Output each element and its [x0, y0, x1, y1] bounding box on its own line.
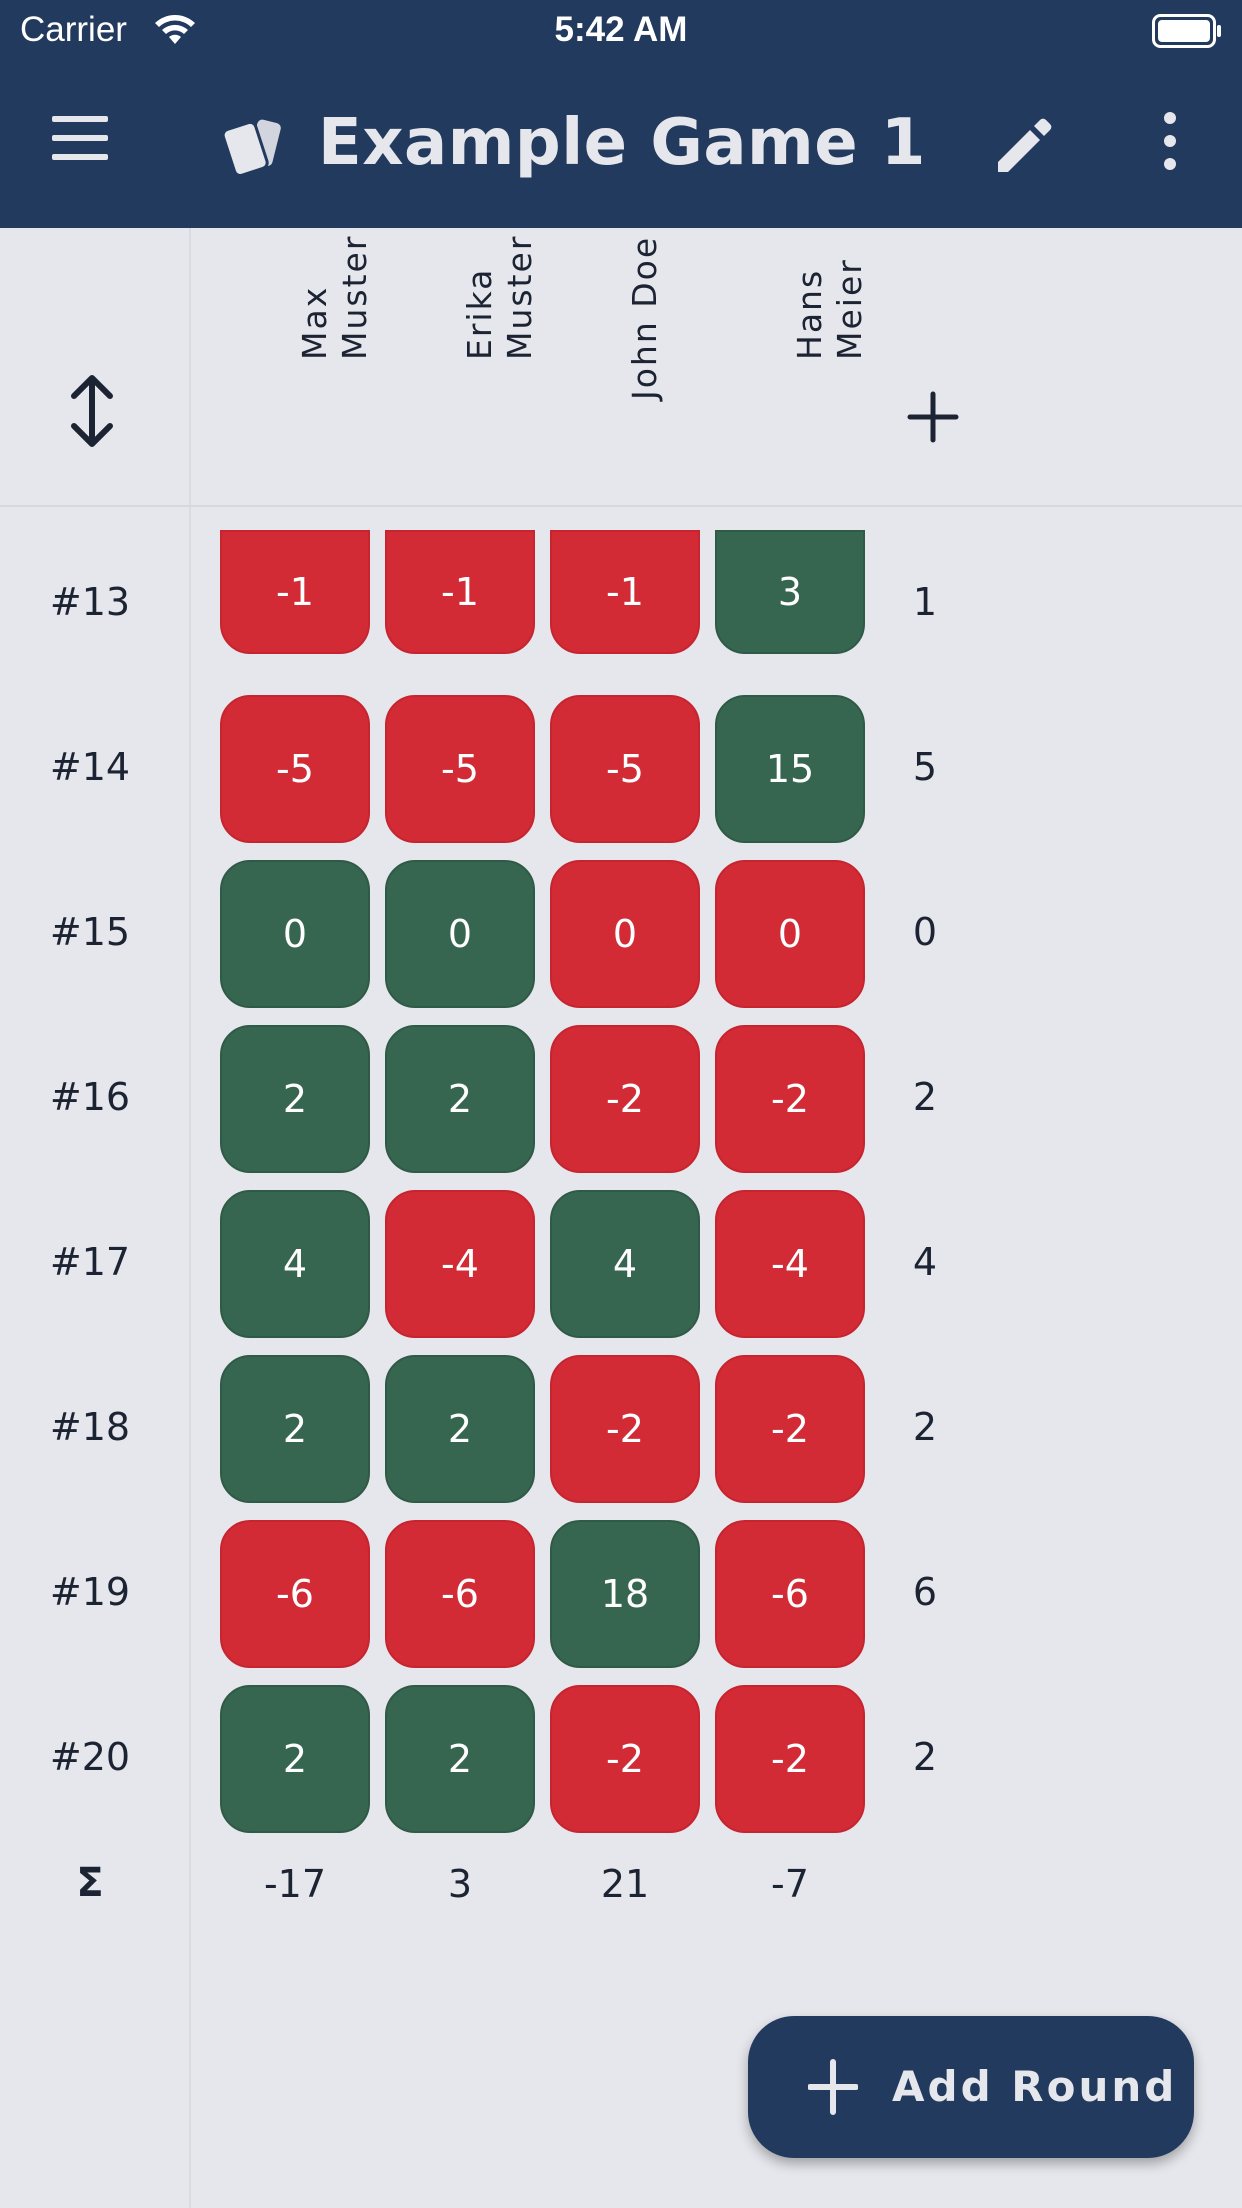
score-cell[interactable]: 2 — [220, 1025, 370, 1173]
round-label: #18 — [49, 1405, 131, 1449]
score-cell[interactable]: -4 — [715, 1190, 865, 1338]
score-cell[interactable]: -1 — [385, 530, 535, 654]
score-cell[interactable]: -1 — [220, 530, 370, 654]
column-divider — [189, 228, 191, 2208]
score-cell[interactable]: 0 — [550, 860, 700, 1008]
score-cell[interactable]: -6 — [715, 1520, 865, 1668]
round-label: #17 — [49, 1240, 131, 1284]
menu-icon[interactable] — [52, 116, 114, 174]
status-bar: Carrier 5:42 AM — [0, 0, 1242, 62]
round-value: 1 — [912, 580, 938, 624]
score-cell[interactable]: -5 — [385, 695, 535, 843]
clock: 5:42 AM — [554, 10, 688, 49]
player-total: 21 — [600, 1862, 650, 1906]
score-cell[interactable]: -2 — [715, 1025, 865, 1173]
round-value: 4 — [912, 1240, 938, 1284]
app-bar: Example Game 1 — [0, 62, 1242, 228]
score-cell[interactable]: 0 — [220, 860, 370, 1008]
plus-icon — [808, 2059, 858, 2115]
player-name: Erika Muster — [460, 234, 539, 360]
score-cell[interactable]: -2 — [715, 1685, 865, 1833]
add-round-button[interactable]: Add Round — [748, 2016, 1194, 2158]
score-cell[interactable]: 0 — [385, 860, 535, 1008]
edit-icon[interactable] — [990, 112, 1056, 178]
cards-icon — [221, 119, 281, 177]
score-cell[interactable]: 2 — [220, 1355, 370, 1503]
score-cell[interactable]: -4 — [385, 1190, 535, 1338]
player-header[interactable]: John Doe — [550, 236, 700, 440]
score-cell[interactable]: -2 — [550, 1355, 700, 1503]
score-cell[interactable]: 15 — [715, 695, 865, 843]
sum-label: Σ — [76, 1860, 104, 1906]
player-name: John Doe — [625, 235, 664, 400]
round-value: 6 — [912, 1570, 938, 1614]
add-player-icon[interactable] — [900, 384, 966, 450]
player-header[interactable]: Hans Meier — [715, 258, 869, 440]
round-label: #19 — [49, 1570, 131, 1614]
round-value: 2 — [912, 1735, 938, 1779]
score-cell[interactable]: 4 — [550, 1190, 700, 1338]
round-value: 2 — [912, 1405, 938, 1449]
round-value: 0 — [912, 910, 938, 954]
round-label: #13 — [49, 580, 131, 624]
score-cell[interactable]: -1 — [550, 530, 700, 654]
score-cell[interactable]: -2 — [550, 1685, 700, 1833]
round-label: #16 — [49, 1075, 131, 1119]
player-total: -17 — [263, 1862, 327, 1906]
round-label: #20 — [49, 1735, 131, 1779]
player-total: 3 — [447, 1862, 473, 1906]
score-cell[interactable]: 18 — [550, 1520, 700, 1668]
score-cell[interactable]: 3 — [715, 530, 865, 654]
player-name: Max Muster — [295, 234, 374, 360]
score-cell[interactable]: -6 — [220, 1520, 370, 1668]
round-value: 5 — [912, 745, 938, 789]
more-vertical-icon[interactable] — [1148, 112, 1192, 178]
page-title: Example Game 1 — [318, 106, 926, 180]
score-cell[interactable]: 4 — [220, 1190, 370, 1338]
score-cell[interactable]: 2 — [220, 1685, 370, 1833]
score-cell[interactable]: -5 — [220, 695, 370, 843]
score-cell[interactable]: -6 — [385, 1520, 535, 1668]
round-label: #14 — [49, 745, 131, 789]
player-name: Hans Meier — [790, 258, 869, 360]
score-cell[interactable]: -2 — [550, 1025, 700, 1173]
add-round-label: Add Round — [892, 2062, 1178, 2111]
player-header[interactable]: Erika Muster — [385, 235, 539, 440]
score-cell[interactable]: 2 — [385, 1355, 535, 1503]
score-cell[interactable]: 2 — [385, 1685, 535, 1833]
player-header[interactable]: Max Muster — [220, 235, 374, 440]
score-cell[interactable]: -2 — [715, 1355, 865, 1503]
score-cell[interactable]: -5 — [550, 695, 700, 843]
score-cell[interactable]: 0 — [715, 860, 865, 1008]
battery-icon — [1152, 14, 1221, 48]
player-total: -7 — [771, 1862, 809, 1906]
score-cell[interactable]: 2 — [385, 1025, 535, 1173]
header-divider — [0, 505, 1242, 507]
reorder-vertical-icon[interactable] — [66, 374, 118, 448]
round-value: 2 — [912, 1075, 938, 1119]
round-label: #15 — [49, 910, 131, 954]
